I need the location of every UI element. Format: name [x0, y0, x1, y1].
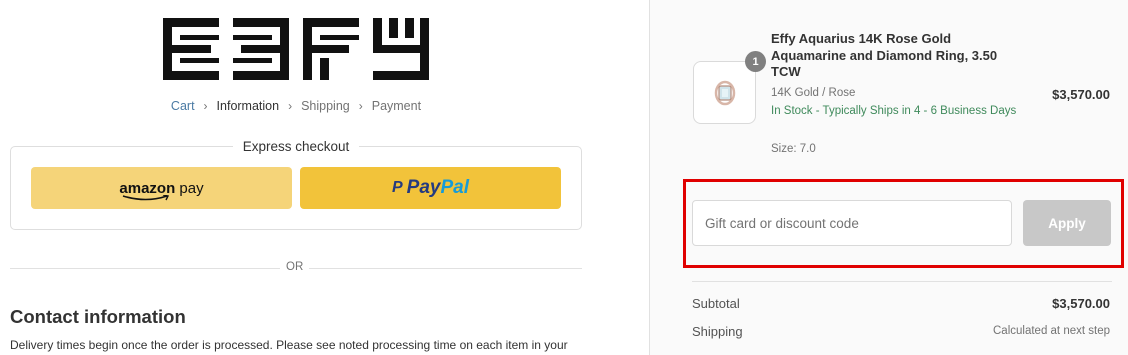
amazon-pay-button[interactable]: amazon pay — [31, 167, 292, 209]
breadcrumb-shipping: Shipping — [301, 99, 350, 113]
or-divider-text: OR — [280, 261, 310, 273]
paypal-logo: PayPal — [407, 177, 469, 199]
breadcrumb-payment: Payment — [371, 99, 422, 113]
effy-logo[interactable] — [163, 18, 429, 80]
paypal-label-pay: Pay — [406, 177, 441, 198]
product-price: $3,570.00 — [1052, 87, 1110, 102]
shipping-label: Shipping — [692, 324, 743, 339]
subtotal-value: $3,570.00 — [1052, 296, 1110, 311]
discount-code-input[interactable] — [692, 200, 1012, 246]
product-stock-status: In Stock - Typically Ships in 4 - 6 Busi… — [771, 105, 1017, 117]
subtotal-label: Subtotal — [692, 296, 740, 311]
ring-image-icon — [714, 80, 736, 106]
express-checkout-title: Express checkout — [232, 139, 360, 154]
delivery-note: Delivery times begin once the order is p… — [10, 338, 568, 352]
product-thumbnail — [693, 61, 756, 124]
paypal-p-icon: P — [391, 179, 403, 196]
chevron-right-icon: › — [358, 99, 363, 113]
shipping-value: Calculated at next step — [993, 325, 1110, 337]
product-variant: 14K Gold / Rose — [771, 87, 856, 99]
breadcrumb-information: Information — [216, 99, 280, 113]
apply-discount-button[interactable]: Apply — [1023, 200, 1111, 246]
express-checkout-section: Express checkout amazon pay P PayPal — [10, 139, 582, 230]
quantity-badge: 1 — [745, 51, 766, 72]
amazon-smile-icon — [123, 194, 170, 200]
product-size: Size: 7.0 — [771, 143, 816, 155]
amazon-pay-logo: amazon pay — [119, 179, 204, 200]
amazon-pay-label-rest: pay — [175, 179, 204, 197]
contact-information-heading: Contact information — [10, 306, 186, 327]
order-summary-panel: 1 Effy Aquarius 14K Rose Gold Aquamarine… — [649, 0, 1128, 355]
checkout-main-panel: Cart › Information › Shipping › Payment … — [0, 0, 649, 355]
paypal-button[interactable]: P PayPal — [300, 167, 561, 209]
summary-divider — [692, 281, 1112, 282]
chevron-right-icon: › — [203, 99, 208, 113]
paypal-label-pal: Pal — [440, 177, 469, 198]
breadcrumb: Cart › Information › Shipping › Payment — [0, 99, 592, 113]
express-checkout-title-wrap: Express checkout — [11, 138, 581, 156]
product-name: Effy Aquarius 14K Rose Gold Aquamarine a… — [771, 31, 998, 79]
breadcrumb-cart-link[interactable]: Cart — [171, 99, 195, 113]
chevron-right-icon: › — [288, 99, 293, 113]
